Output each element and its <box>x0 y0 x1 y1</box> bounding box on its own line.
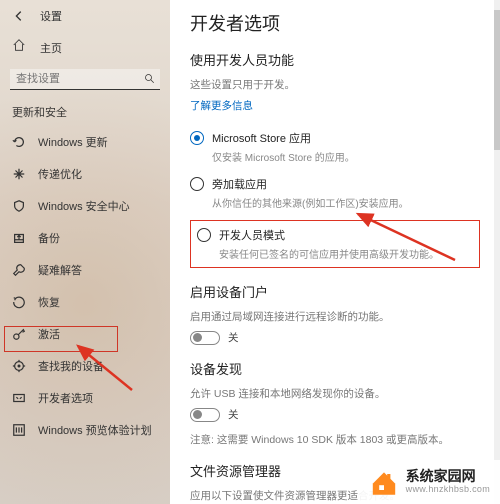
annotation-devmode-highlight: 开发人员模式 安装任何已签名的可信应用并使用高级开发功能。 <box>190 220 480 268</box>
sidebar-item-backup[interactable]: 备份 <box>0 222 170 254</box>
home-label: 主页 <box>40 40 62 56</box>
nav-label: Windows 安全中心 <box>38 198 130 214</box>
back-icon[interactable] <box>12 9 26 23</box>
radio-desc: 安装任何已签名的可信应用并使用高级开发功能。 <box>219 246 439 261</box>
device-portal-hint: 启用通过局域网连接进行远程诊断的功能。 <box>190 309 480 324</box>
settings-title: 设置 <box>40 8 62 24</box>
radio-label: Microsoft Store 应用 <box>212 130 355 146</box>
section-dev-features: 使用开发人员功能 <box>190 50 480 69</box>
delivery-icon <box>12 167 26 181</box>
sidebar-item-recovery[interactable]: 恢复 <box>0 286 170 318</box>
page-title: 开发者选项 <box>190 10 480 36</box>
sidebar-item-activation[interactable]: 激活 <box>0 318 170 350</box>
sidebar-item-developer[interactable]: 开发者选项 <box>0 382 170 414</box>
device-discovery-hint: 允许 USB 连接和本地网络发现你的设备。 <box>190 386 480 401</box>
home-icon <box>12 38 26 57</box>
sidebar: 设置 主页 更新和安全 Windows 更新 传递优化 Windows 安全中心… <box>0 0 170 504</box>
sidebar-item-delivery[interactable]: 传递优化 <box>0 158 170 190</box>
wrench-icon <box>12 263 26 277</box>
toggle-label: 关 <box>228 330 239 345</box>
key-icon <box>12 327 26 341</box>
watermark: 系统家园网 www.hnzkhbsb.com <box>358 460 500 504</box>
sidebar-item-update[interactable]: Windows 更新 <box>0 126 170 158</box>
nav-label: 疑难解答 <box>38 262 82 278</box>
nav-label: 查找我的设备 <box>38 358 104 374</box>
section-device-portal: 启用设备门户 <box>190 282 480 301</box>
device-discovery-toggle[interactable] <box>190 408 220 422</box>
radio-group: Microsoft Store 应用 仅安装 Microsoft Store 的… <box>190 124 480 268</box>
sidebar-section: 更新和安全 <box>0 96 170 126</box>
nav-label: 开发者选项 <box>38 390 93 406</box>
radio-store-apps[interactable]: Microsoft Store 应用 仅安装 Microsoft Store 的… <box>190 124 480 170</box>
nav-label: 恢复 <box>38 294 60 310</box>
search-input[interactable] <box>10 69 160 90</box>
radio-indicator <box>190 131 204 145</box>
nav-label: Windows 更新 <box>38 134 108 150</box>
nav-label: 备份 <box>38 230 60 246</box>
device-portal-toggle[interactable] <box>190 331 220 345</box>
radio-label: 开发人员模式 <box>219 227 439 243</box>
nav-label: Windows 预览体验计划 <box>38 422 152 438</box>
nav-label: 传递优化 <box>38 166 82 182</box>
backup-icon <box>12 231 26 245</box>
sdk-note: 注意: 这需要 Windows 10 SDK 版本 1803 或更高版本。 <box>190 432 480 447</box>
dev-features-hint: 这些设置只用于开发。 <box>190 77 480 92</box>
scrollbar-thumb[interactable] <box>494 10 500 150</box>
sidebar-item-security[interactable]: Windows 安全中心 <box>0 190 170 222</box>
main-content: 开发者选项 使用开发人员功能 这些设置只用于开发。 了解更多信息 Microso… <box>170 0 500 504</box>
radio-desc: 从你信任的其他来源(例如工作区)安装应用。 <box>212 195 409 210</box>
sidebar-home[interactable]: 主页 <box>0 32 170 63</box>
radio-indicator <box>190 177 204 191</box>
shield-icon <box>12 199 26 213</box>
locate-icon <box>12 359 26 373</box>
search-box[interactable] <box>10 69 160 90</box>
sidebar-item-insider[interactable]: Windows 预览体验计划 <box>0 414 170 446</box>
watermark-url: www.hnzkhbsb.com <box>406 485 490 495</box>
watermark-title: 系统家园网 <box>406 469 490 484</box>
refresh-icon <box>12 135 26 149</box>
developer-icon <box>12 391 26 405</box>
house-icon <box>368 466 400 498</box>
radio-sideload[interactable]: 旁加载应用 从你信任的其他来源(例如工作区)安装应用。 <box>190 170 480 216</box>
sidebar-item-troubleshoot[interactable]: 疑难解答 <box>0 254 170 286</box>
search-icon <box>144 72 156 90</box>
insider-icon <box>12 423 26 437</box>
learn-more-link[interactable]: 了解更多信息 <box>190 98 253 113</box>
radio-indicator <box>197 228 211 242</box>
sidebar-item-findmydevice[interactable]: 查找我的设备 <box>0 350 170 382</box>
nav-label: 激活 <box>38 326 60 342</box>
radio-developer-mode[interactable]: 开发人员模式 安装任何已签名的可信应用并使用高级开发功能。 <box>197 227 473 261</box>
section-device-discovery: 设备发现 <box>190 359 480 378</box>
toggle-label: 关 <box>228 407 239 422</box>
radio-desc: 仅安装 Microsoft Store 的应用。 <box>212 149 355 164</box>
scrollbar[interactable] <box>494 0 500 504</box>
recovery-icon <box>12 295 26 309</box>
radio-label: 旁加载应用 <box>212 176 409 192</box>
